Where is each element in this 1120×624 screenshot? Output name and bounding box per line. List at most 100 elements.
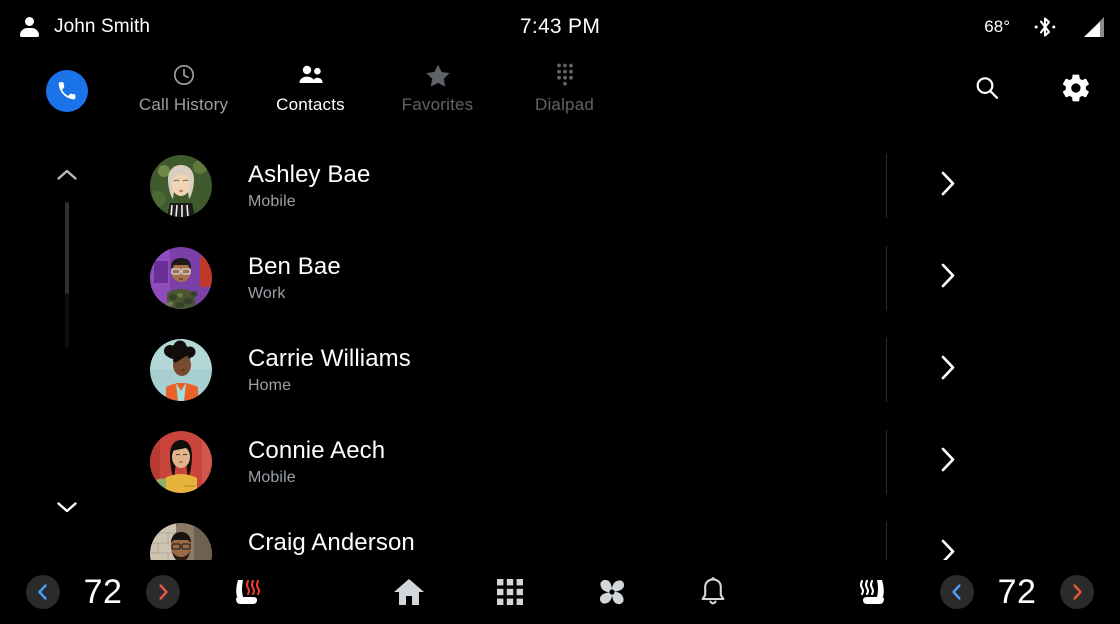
contact-detail-button[interactable] bbox=[938, 262, 958, 295]
chevron-down-icon bbox=[57, 502, 77, 513]
contact-label: Mobile bbox=[248, 469, 296, 486]
home-button[interactable] bbox=[393, 577, 425, 607]
contact-name: Craig Anderson bbox=[248, 529, 415, 556]
contact-row[interactable]: Ben Bae Work bbox=[118, 232, 1120, 324]
bluetooth-icon bbox=[1034, 17, 1056, 37]
chevron-right-icon bbox=[159, 584, 168, 600]
tab-actions bbox=[972, 72, 1092, 104]
scroll-up-button[interactable] bbox=[52, 162, 82, 188]
svg-text:amaro: amaro bbox=[184, 483, 196, 488]
contact-detail-button[interactable] bbox=[938, 538, 958, 560]
tab-label: Call History bbox=[138, 95, 229, 114]
star-icon bbox=[425, 62, 451, 88]
tab-call-history[interactable]: Call History bbox=[120, 62, 247, 115]
phone-tab-bar: Call History Contacts Favorites Dialpad bbox=[0, 54, 1120, 140]
clock: 7:43 PM bbox=[519, 15, 601, 38]
row-divider bbox=[886, 430, 887, 494]
contact-name: Carrie Williams bbox=[248, 345, 411, 372]
chevron-right-icon bbox=[1073, 584, 1082, 600]
list-scrollbar[interactable] bbox=[52, 148, 82, 548]
search-icon bbox=[976, 77, 999, 99]
signal-bars-icon bbox=[1084, 17, 1104, 37]
apps-grid-icon bbox=[497, 579, 523, 605]
chevron-right-icon bbox=[941, 539, 955, 560]
home-icon bbox=[394, 579, 424, 605]
tab-dialpad[interactable]: Dialpad bbox=[501, 62, 628, 115]
phone-handset-icon bbox=[58, 82, 76, 100]
contact-row[interactable]: Carrie Williams Home bbox=[118, 324, 1120, 416]
contact-name: Ben Bae bbox=[248, 253, 341, 280]
contact-row[interactable]: amaro Connie Aech Mobile bbox=[118, 416, 1120, 508]
chevron-up-icon bbox=[57, 169, 77, 180]
gear-icon bbox=[1062, 74, 1089, 102]
row-divider bbox=[886, 522, 887, 560]
contact-detail-button[interactable] bbox=[938, 170, 958, 203]
settings-button[interactable] bbox=[1060, 72, 1092, 104]
chevron-right-icon bbox=[941, 263, 955, 288]
tab-favorites[interactable]: Favorites bbox=[374, 62, 501, 115]
scrollbar-thumb[interactable] bbox=[65, 202, 69, 294]
tab-contacts[interactable]: Contacts bbox=[247, 62, 374, 115]
bell-icon bbox=[701, 577, 725, 605]
climate-fan-icon bbox=[599, 579, 625, 605]
search-button[interactable] bbox=[972, 73, 1002, 103]
notifications-button[interactable] bbox=[699, 576, 727, 608]
left-heated-seat-button[interactable] bbox=[226, 575, 268, 609]
contacts-people-icon bbox=[298, 62, 324, 88]
dialpad-dots-icon bbox=[553, 62, 577, 88]
left-temperature-value: 72 bbox=[83, 572, 123, 611]
phone-app-badge[interactable] bbox=[46, 70, 88, 112]
contact-info: Craig Anderson Mobile bbox=[248, 529, 415, 560]
tab-label: Contacts bbox=[276, 95, 345, 114]
tab-label: Dialpad bbox=[534, 95, 595, 114]
chevron-right-icon bbox=[941, 447, 955, 472]
infotainment-screen: John Smith 7:43 PM 68° Call History Cont… bbox=[0, 0, 1120, 624]
avatar bbox=[150, 155, 212, 217]
right-climate-control: 72 bbox=[940, 573, 1094, 612]
apps-button[interactable] bbox=[495, 577, 525, 607]
row-divider bbox=[886, 154, 887, 218]
chevron-left-icon bbox=[952, 584, 961, 600]
scroll-down-button[interactable] bbox=[52, 494, 82, 520]
tab-list: Call History Contacts Favorites Dialpad bbox=[120, 62, 628, 115]
contact-info: Carrie Williams Home bbox=[248, 345, 411, 395]
contact-label: Home bbox=[248, 377, 292, 394]
right-temp-decrease-button[interactable] bbox=[940, 575, 974, 609]
left-temp-increase-button[interactable] bbox=[146, 575, 180, 609]
left-temp-decrease-button[interactable] bbox=[26, 575, 60, 609]
chevron-right-icon bbox=[941, 355, 955, 380]
avatar bbox=[150, 339, 212, 401]
contact-label: Work bbox=[248, 285, 286, 302]
chevron-right-icon bbox=[941, 171, 955, 196]
contact-info: Ashley Bae Mobile bbox=[248, 161, 370, 211]
contact-name: Connie Aech bbox=[248, 437, 386, 464]
outside-temperature: 68° bbox=[984, 17, 1010, 36]
ventilated-seat-icon bbox=[859, 579, 884, 604]
left-climate-control: 72 bbox=[26, 573, 180, 612]
contact-detail-button[interactable] bbox=[938, 354, 958, 387]
bottom-system-bar: 72 72 bbox=[0, 560, 1120, 624]
contact-info: Connie Aech Mobile bbox=[248, 437, 385, 487]
heated-seat-icon bbox=[236, 579, 261, 604]
tab-label: Favorites bbox=[401, 95, 474, 114]
status-indicators: 68° bbox=[984, 15, 1106, 39]
avatar: amaro bbox=[150, 431, 212, 493]
avatar bbox=[150, 247, 212, 309]
chevron-left-icon bbox=[38, 584, 47, 600]
contact-row[interactable]: Craig Anderson Mobile bbox=[118, 508, 1120, 560]
status-bar: John Smith 7:43 PM 68° bbox=[0, 0, 1120, 54]
row-divider bbox=[886, 246, 887, 310]
row-divider bbox=[886, 338, 887, 402]
contact-info: Ben Bae Work bbox=[248, 253, 341, 303]
right-ventilated-seat-button[interactable] bbox=[852, 575, 894, 609]
contact-detail-button[interactable] bbox=[938, 446, 958, 479]
clock-icon bbox=[172, 62, 196, 88]
contact-row[interactable]: Ashley Bae Mobile bbox=[118, 140, 1120, 232]
avatar bbox=[150, 523, 212, 560]
right-temperature-value: 72 bbox=[997, 572, 1037, 611]
right-temp-increase-button[interactable] bbox=[1060, 575, 1094, 609]
contact-label: Mobile bbox=[248, 193, 296, 210]
contact-name: Ashley Bae bbox=[248, 161, 371, 188]
climate-button[interactable] bbox=[595, 575, 629, 609]
contacts-list[interactable]: Ashley Bae Mobile Ben Bae Work Carrie Wi… bbox=[118, 140, 1120, 560]
